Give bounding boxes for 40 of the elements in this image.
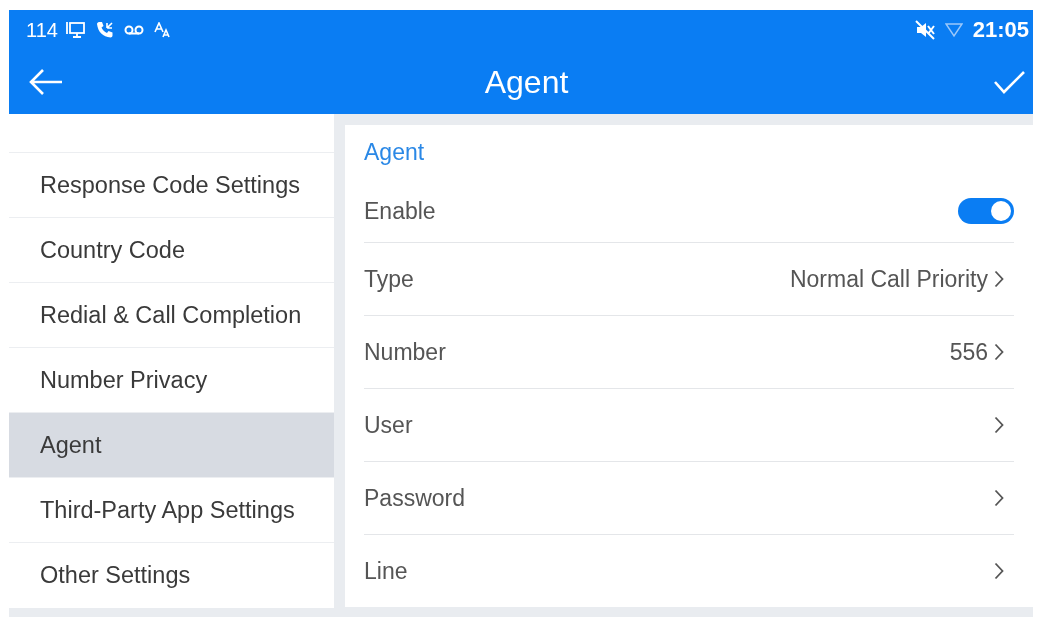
phone-icon	[95, 21, 114, 39]
chevron-right-icon	[994, 562, 1004, 580]
toggle-switch[interactable]	[958, 198, 1014, 224]
settings-row[interactable]: Number 556	[364, 315, 1014, 388]
clock-time: 21:05	[972, 17, 1029, 43]
settings-row[interactable]: User	[364, 388, 1014, 461]
sidebar-item[interactable]: Redial & Call Completion	[9, 283, 334, 348]
settings-row[interactable]: Password	[364, 461, 1014, 534]
sidebar-item[interactable]: Country Code	[9, 218, 334, 283]
translate-icon	[153, 22, 170, 38]
setting-value: 556	[949, 338, 988, 366]
chevron-right-icon	[994, 270, 1004, 288]
sidebar-item[interactable]: Response Code Settings	[9, 153, 334, 218]
setting-label: Enable	[364, 197, 437, 225]
confirm-button[interactable]	[993, 70, 1025, 94]
section-title: Agent	[364, 138, 425, 167]
voicemail-icon	[123, 24, 144, 36]
page-title: Agent	[484, 63, 569, 101]
settings-row[interactable]: Type Normal Call Priority	[364, 242, 1014, 315]
setting-label: Line	[364, 557, 409, 585]
sidebar-item[interactable]: Agent	[9, 413, 334, 478]
settings-row[interactable]: Line	[364, 534, 1014, 607]
sidebar-item[interactable]: Other Settings	[9, 543, 334, 608]
chevron-right-icon	[994, 416, 1004, 434]
setting-label: Number	[364, 338, 447, 366]
extension-number: 114	[26, 18, 58, 42]
setting-label: User	[364, 411, 414, 439]
chevron-right-icon	[994, 489, 1004, 507]
back-button[interactable]	[28, 68, 63, 96]
settings-row[interactable]: Enable	[364, 180, 1014, 242]
monitor-icon	[65, 21, 86, 39]
mute-icon	[914, 20, 935, 40]
setting-value: Normal Call Priority	[789, 265, 988, 293]
chevron-right-icon	[994, 343, 1004, 361]
setting-label: Type	[364, 265, 415, 293]
wifi-icon	[944, 22, 963, 38]
sidebar-item[interactable]: Third-Party App Settings	[9, 478, 334, 543]
check-icon	[993, 70, 1025, 94]
back-arrow-icon	[28, 68, 63, 96]
setting-label: Password	[364, 484, 466, 512]
